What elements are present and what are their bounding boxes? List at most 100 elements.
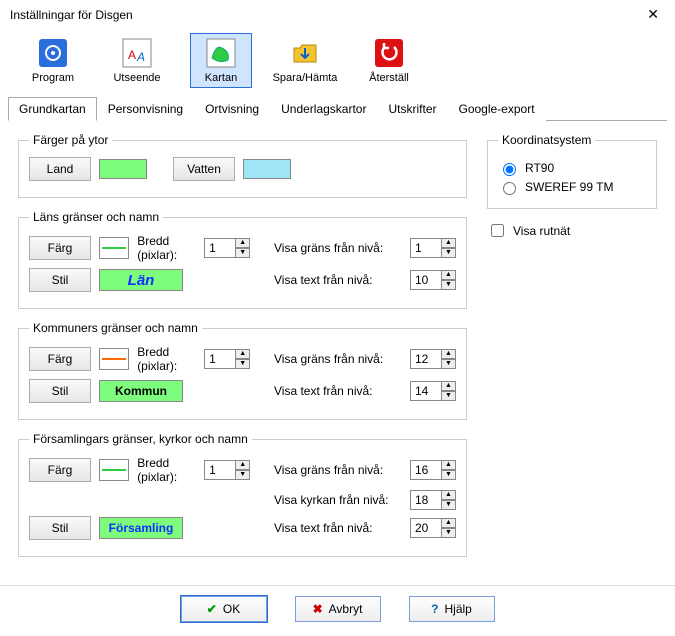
kommun-line-sample: [99, 348, 129, 370]
toolbar-program[interactable]: Program: [22, 33, 84, 88]
down-icon[interactable]: ▼: [442, 280, 456, 290]
lan-text-input[interactable]: [410, 270, 442, 290]
down-icon[interactable]: ▼: [442, 359, 456, 369]
forsamling-text-label: Visa text från nivå:: [274, 521, 402, 535]
lan-grans-input[interactable]: [410, 238, 442, 258]
kommun-bredd-input[interactable]: [204, 349, 236, 369]
toolbar-label: Spara/Hämta: [273, 72, 338, 84]
down-icon[interactable]: ▼: [442, 391, 456, 401]
lan-bredd-label: Bredd (pixlar):: [137, 234, 196, 262]
up-icon[interactable]: ▲: [236, 238, 250, 248]
down-icon[interactable]: ▼: [236, 359, 250, 369]
svg-text:A: A: [136, 50, 145, 64]
kommun-grans-spin[interactable]: ▲▼: [410, 349, 456, 369]
kommun-text-spin[interactable]: ▲▼: [410, 381, 456, 401]
kommun-farg-button[interactable]: Färg: [29, 347, 91, 371]
up-icon[interactable]: ▲: [442, 238, 456, 248]
legend: Färger på ytor: [29, 133, 112, 147]
toolbar-label: Återställ: [369, 72, 409, 84]
water-swatch[interactable]: [243, 159, 291, 179]
radio-rt90[interactable]: RT90: [498, 160, 646, 176]
down-icon[interactable]: ▼: [442, 470, 456, 480]
ok-button[interactable]: ✔OK: [181, 596, 267, 622]
close-icon[interactable]: ✕: [641, 6, 665, 23]
up-icon[interactable]: ▲: [442, 490, 456, 500]
up-icon[interactable]: ▲: [442, 270, 456, 280]
forsamling-grans-input[interactable]: [410, 460, 442, 480]
toolbar-label: Utseende: [113, 72, 160, 84]
forsamling-bredd-input[interactable]: [204, 460, 236, 480]
toolbar-spara[interactable]: Spara/Hämta: [274, 33, 336, 88]
forsamling-text-input[interactable]: [410, 518, 442, 538]
forsamling-kyrka-spin[interactable]: ▲▼: [410, 490, 456, 510]
up-icon[interactable]: ▲: [442, 349, 456, 359]
kommun-bredd-label: Bredd (pixlar):: [137, 345, 196, 373]
kommun-text-input[interactable]: [410, 381, 442, 401]
legend: Kommuners gränser och namn: [29, 321, 202, 335]
tab-google[interactable]: Google-export: [447, 97, 545, 121]
tabstrip: Grundkartan Personvisning Ortvisning Und…: [8, 96, 667, 121]
x-icon: ✖: [313, 602, 323, 616]
tab-underlagskartor[interactable]: Underlagskartor: [270, 97, 377, 121]
up-icon[interactable]: ▲: [442, 518, 456, 528]
forsamling-bredd-label: Bredd (pixlar):: [137, 456, 196, 484]
lan-grans-label: Visa gräns från nivå:: [274, 241, 402, 255]
lan-farg-button[interactable]: Färg: [29, 236, 91, 260]
up-icon[interactable]: ▲: [442, 460, 456, 470]
gear-icon: [37, 37, 69, 69]
down-icon[interactable]: ▼: [236, 248, 250, 258]
forsamling-stil-button[interactable]: Stil: [29, 516, 91, 540]
down-icon[interactable]: ▼: [236, 470, 250, 480]
toolbar-label: Kartan: [205, 72, 237, 84]
land-swatch[interactable]: [99, 159, 147, 179]
forsamling-kyrka-label: Visa kyrkan från nivå:: [274, 493, 402, 507]
group-coord: Koordinatsystem RT90 SWEREF 99 TM: [487, 133, 657, 209]
forsamling-farg-button[interactable]: Färg: [29, 458, 91, 482]
lan-bredd-input[interactable]: [204, 238, 236, 258]
grid-checkbox[interactable]: Visa rutnät: [487, 221, 657, 240]
water-button[interactable]: Vatten: [173, 157, 235, 181]
radio-sweref[interactable]: SWEREF 99 TM: [498, 179, 646, 195]
window-title: Inställningar för Disgen: [10, 8, 133, 22]
down-icon[interactable]: ▼: [442, 248, 456, 258]
folder-icon: [289, 37, 321, 69]
toolbar-kartan[interactable]: Kartan: [190, 33, 252, 88]
kommun-text-sample: Kommun: [99, 380, 183, 402]
kommun-stil-button[interactable]: Stil: [29, 379, 91, 403]
lan-stil-button[interactable]: Stil: [29, 268, 91, 292]
kommun-bredd-spin[interactable]: ▲▼: [204, 349, 250, 369]
help-button[interactable]: ?Hjälp: [409, 596, 495, 622]
up-icon[interactable]: ▲: [442, 381, 456, 391]
forsamling-kyrka-input[interactable]: [410, 490, 442, 510]
up-icon[interactable]: ▲: [236, 460, 250, 470]
cancel-button[interactable]: ✖Avbryt: [295, 596, 381, 622]
tab-grundkartan[interactable]: Grundkartan: [8, 97, 97, 121]
svg-text:A: A: [128, 48, 136, 62]
lan-text-label: Visa text från nivå:: [274, 273, 402, 287]
kommun-text-label: Visa text från nivå:: [274, 384, 402, 398]
tab-ortvisning[interactable]: Ortvisning: [194, 97, 270, 121]
lan-text-sample: Län: [99, 269, 183, 291]
forsamling-bredd-spin[interactable]: ▲▼: [204, 460, 250, 480]
group-lan: Läns gränser och namn Färg Bredd (pixlar…: [18, 210, 467, 309]
legend: Läns gränser och namn: [29, 210, 163, 224]
forsamling-grans-spin[interactable]: ▲▼: [410, 460, 456, 480]
down-icon[interactable]: ▼: [442, 528, 456, 538]
lan-bredd-spin[interactable]: ▲▼: [204, 238, 250, 258]
toolbar-aterstall[interactable]: Återställ: [358, 33, 420, 88]
lan-grans-spin[interactable]: ▲▼: [410, 238, 456, 258]
kommun-grans-input[interactable]: [410, 349, 442, 369]
toolbar: Program AA Utseende Kartan Spara/Hämta Å…: [0, 29, 675, 96]
down-icon[interactable]: ▼: [442, 500, 456, 510]
tab-utskrifter[interactable]: Utskrifter: [377, 97, 447, 121]
forsamling-line-sample: [99, 459, 129, 481]
legend: Koordinatsystem: [498, 133, 595, 147]
tab-personvisning[interactable]: Personvisning: [97, 97, 194, 121]
font-icon: AA: [121, 37, 153, 69]
legend: Församlingars gränser, kyrkor och namn: [29, 432, 252, 446]
forsamling-text-spin[interactable]: ▲▼: [410, 518, 456, 538]
toolbar-utseende[interactable]: AA Utseende: [106, 33, 168, 88]
land-button[interactable]: Land: [29, 157, 91, 181]
lan-text-spin[interactable]: ▲▼: [410, 270, 456, 290]
up-icon[interactable]: ▲: [236, 349, 250, 359]
